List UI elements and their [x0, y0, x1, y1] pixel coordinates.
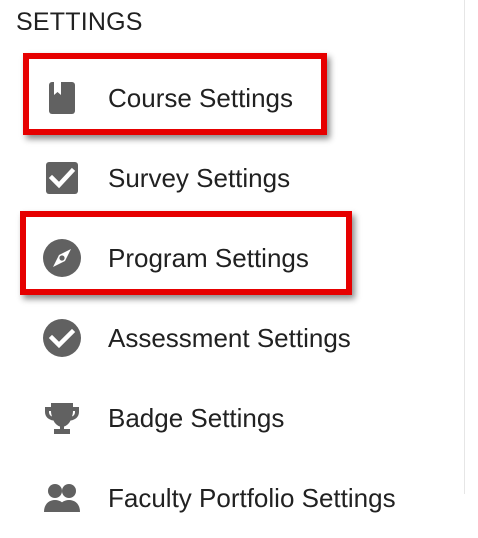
menu-item-label: Course Settings [108, 83, 293, 113]
trophy-icon [40, 396, 84, 440]
menu-item-badge-settings[interactable]: Badge Settings [0, 378, 464, 458]
menu-item-program-settings[interactable]: Program Settings [0, 218, 464, 298]
people-icon [40, 476, 84, 520]
menu-item-faculty-portfolio-settings[interactable]: Faculty Portfolio Settings [0, 458, 464, 538]
menu-item-label: Survey Settings [108, 163, 291, 193]
checkbox-icon [40, 156, 84, 200]
menu-item-label: Assessment Settings [108, 323, 351, 353]
menu-item-survey-settings[interactable]: Survey Settings [0, 138, 464, 218]
menu-item-label: Faculty Portfolio Settings [108, 483, 396, 513]
menu-item-label: Program Settings [108, 243, 309, 273]
check-circle-icon [40, 316, 84, 360]
compass-icon [40, 236, 84, 280]
menu-item-course-settings[interactable]: Course Settings [0, 58, 464, 138]
menu-item-label: Badge Settings [108, 403, 285, 433]
settings-section-title: SETTINGS [16, 8, 143, 36]
menu-item-assessment-settings[interactable]: Assessment Settings [0, 298, 464, 378]
book-icon [40, 76, 84, 120]
panel-divider [464, 0, 465, 494]
